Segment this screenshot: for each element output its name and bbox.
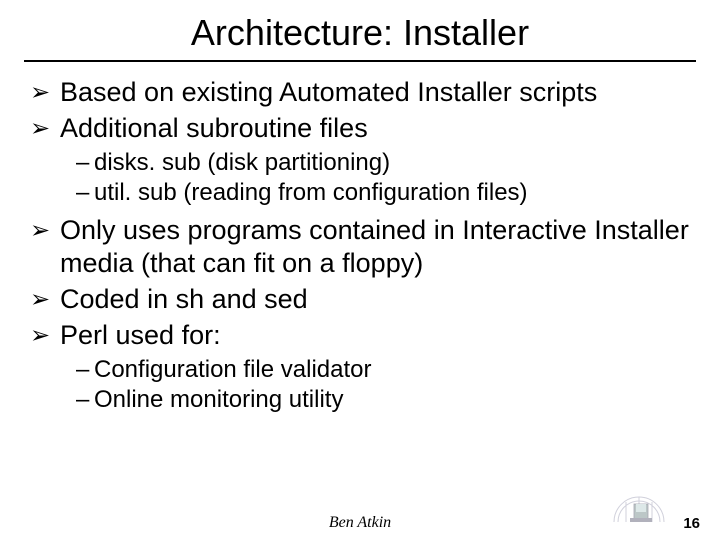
arrow-icon: ➢ — [30, 78, 50, 107]
arrow-icon: ➢ — [30, 285, 50, 314]
bullet-text: Perl used for: — [60, 320, 221, 350]
title-rule — [24, 60, 696, 62]
bullet-item: ➢ Perl used for: — [30, 319, 696, 352]
bullet-item: ➢ Additional subroutine files — [30, 112, 696, 145]
sub-list: disks. sub (disk partitioning)util. sub … — [30, 148, 696, 208]
author-name: Ben Atkin — [329, 514, 391, 532]
bullet-text: Coded in sh and sed — [60, 284, 308, 314]
bullet-list: ➢ Based on existing Automated Installer s… — [24, 76, 696, 415]
bullet-item: ➢ Coded in sh and sed — [30, 283, 696, 316]
logo-icon — [612, 482, 666, 524]
sub-item: disks. sub (disk partitioning) — [76, 148, 696, 178]
bullet-item: ➢ Only uses programs contained in Interac… — [30, 214, 696, 280]
sub-item: Configuration file validator — [76, 355, 696, 385]
bullet-text: Based on existing Automated Installer sc… — [60, 77, 597, 107]
arrow-icon: ➢ — [30, 216, 50, 245]
arrow-icon: ➢ — [30, 321, 50, 350]
bullet-text: Additional subroutine files — [60, 113, 368, 143]
sub-item: Online monitoring utility — [76, 385, 696, 415]
sub-list: Configuration file validatorOnline monit… — [30, 355, 696, 415]
slide: Architecture: Installer ➢ Based on existi… — [0, 0, 720, 540]
arrow-icon: ➢ — [30, 114, 50, 143]
bullet-item: ➢ Based on existing Automated Installer s… — [30, 76, 696, 109]
sub-item: util. sub (reading from configuration fi… — [76, 178, 696, 208]
bullet-text: Only uses programs contained in Interact… — [60, 215, 689, 278]
page-number: 16 — [683, 515, 700, 532]
slide-title: Architecture: Installer — [24, 12, 696, 54]
